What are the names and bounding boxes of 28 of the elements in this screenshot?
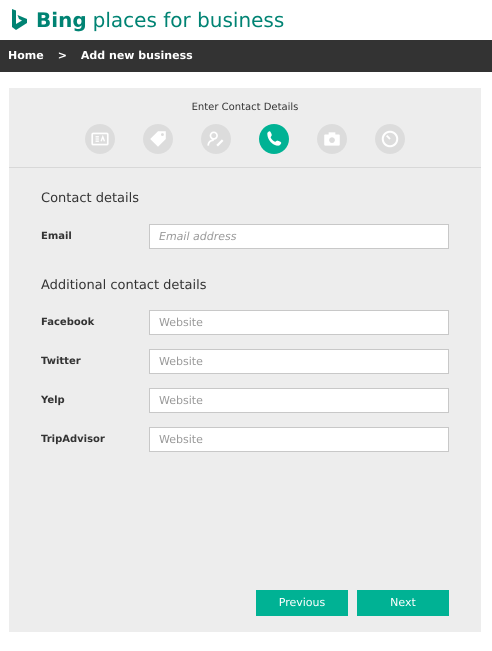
step-title: Enter Contact Details bbox=[190, 101, 300, 115]
step-indicator[interactable] bbox=[259, 124, 289, 154]
field-label: Facebook bbox=[41, 316, 96, 330]
section-heading: Contact details bbox=[41, 190, 140, 208]
tag-icon bbox=[148, 129, 168, 149]
field-label: TripAdvisor bbox=[41, 433, 106, 447]
website-field[interactable]: Website bbox=[149, 349, 449, 374]
breadcrumb-separator: > bbox=[58, 48, 67, 64]
brand-name: Bing bbox=[36, 10, 87, 30]
person-pencil-icon bbox=[206, 129, 226, 149]
section-heading: Additional contact details bbox=[41, 276, 208, 294]
website-field[interactable]: Website bbox=[149, 388, 449, 413]
website-field[interactable]: Website bbox=[149, 427, 449, 452]
logo-icon bbox=[12, 9, 28, 31]
field-label: Twitter bbox=[41, 355, 82, 369]
email-field[interactable]: Email address bbox=[149, 224, 449, 248]
step-indicator[interactable] bbox=[375, 124, 405, 154]
step-indicator[interactable] bbox=[201, 124, 231, 154]
website-field[interactable]: Website bbox=[149, 310, 449, 335]
breadcrumb-link[interactable]: Add new business bbox=[80, 48, 193, 64]
field-label: Yelp bbox=[41, 394, 66, 408]
field-label: Email bbox=[41, 230, 73, 244]
step-indicator[interactable] bbox=[143, 124, 173, 154]
clock-icon bbox=[380, 129, 400, 149]
step-indicator[interactable] bbox=[317, 124, 347, 154]
product-name: places for business bbox=[92, 10, 284, 30]
step-indicator[interactable] bbox=[85, 124, 115, 154]
breadcrumb-link[interactable]: Home bbox=[8, 48, 44, 64]
